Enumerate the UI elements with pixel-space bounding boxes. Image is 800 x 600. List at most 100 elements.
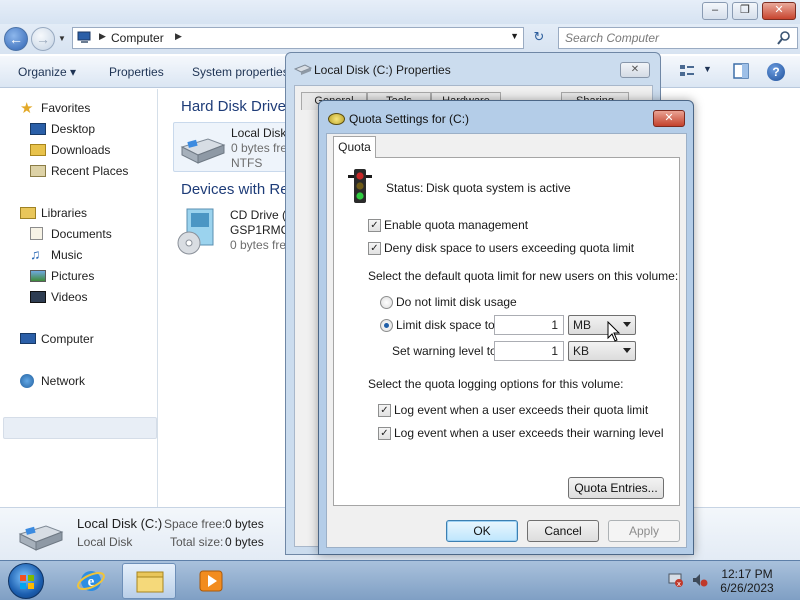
address-dropdown-icon[interactable]: ▼ [510, 31, 519, 41]
tab-quota[interactable]: Quota [333, 136, 376, 158]
details-space-free-value: 0 bytes [225, 517, 264, 531]
pictures-icon [30, 270, 46, 282]
media-player-icon [199, 570, 223, 592]
documents-icon [30, 227, 43, 240]
local-disk-name: Local Disk [231, 126, 287, 140]
log-warning-label[interactable]: Log event when a user exceeds their warn… [394, 426, 664, 440]
enable-quota-label[interactable]: Enable quota management [384, 218, 528, 232]
address-bar[interactable]: ▶ Computer ▶ ▼ [72, 27, 524, 49]
details-total-size-value: 0 bytes [225, 535, 264, 549]
help-button[interactable]: ? [767, 63, 785, 81]
local-disk-tile[interactable]: Local Disk 0 bytes fre NTFS [173, 122, 293, 172]
limit-unit-select[interactable]: MB [568, 315, 636, 335]
group-hard-disk-drives[interactable]: Hard Disk Drive [181, 98, 286, 115]
properties-title: Local Disk (C:) Properties [314, 63, 451, 77]
search-input[interactable]: Search Computer [558, 27, 798, 49]
desktop-icon [30, 123, 46, 135]
start-button[interactable] [8, 563, 44, 599]
back-arrow-icon: ← [9, 31, 23, 47]
details-drive-name: Local Disk (C:) [77, 516, 163, 531]
quota-dialog-title: Quota Settings for (C:) [349, 112, 470, 126]
ok-button[interactable]: OK [446, 520, 518, 542]
computer-icon [77, 31, 91, 43]
checkmark-icon: ✓ [370, 220, 379, 231]
network-icon [20, 374, 34, 388]
view-options-dropdown-icon[interactable]: ▼ [703, 64, 712, 74]
hard-drive-icon [180, 138, 226, 164]
quota-drive-icon [328, 113, 345, 125]
clock-date: 6/26/2023 [720, 581, 774, 595]
volume-muted-icon[interactable] [692, 572, 708, 588]
system-clock[interactable]: 12:17 PM 6/26/2023 [712, 567, 782, 595]
do-not-limit-radio[interactable] [380, 296, 393, 309]
properties-button[interactable]: Properties [109, 65, 164, 79]
deny-space-checkbox[interactable]: ✓ [368, 242, 381, 255]
limit-disk-space-label[interactable]: Limit disk space to [396, 318, 495, 332]
default-limit-heading: Select the default quota limit for new u… [368, 269, 679, 283]
svg-text:x: x [677, 580, 681, 588]
back-button[interactable]: ← [4, 27, 28, 51]
preview-pane-icon[interactable] [732, 62, 750, 80]
quota-tab-panel: Status: Disk quota system is active ✓ En… [333, 157, 680, 506]
internet-explorer-icon: e [77, 571, 105, 591]
log-warning-checkbox[interactable]: ✓ [378, 427, 391, 440]
cd-drive-free: 0 bytes fre [230, 238, 287, 252]
limit-unit-value: MB [573, 318, 591, 332]
deny-space-label[interactable]: Deny disk space to users exceeding quota… [384, 241, 634, 255]
cd-drive-name: CD Drive ( [230, 208, 286, 222]
quota-dialog-body: Quota Status: Disk quota system is activ… [326, 133, 687, 548]
refresh-button[interactable]: ↻ [528, 27, 550, 49]
warning-value-input[interactable]: 1 [494, 341, 564, 361]
do-not-limit-label[interactable]: Do not limit disk usage [396, 295, 517, 309]
warning-unit-select[interactable]: KB [568, 341, 636, 361]
limit-value-input[interactable]: 1 [494, 315, 564, 335]
log-limit-checkbox[interactable]: ✓ [378, 404, 391, 417]
cd-drive-label: GSP1RMC [230, 223, 290, 237]
forward-button[interactable]: → [31, 27, 55, 51]
breadcrumb-arrow-icon[interactable]: ▶ [99, 31, 106, 42]
maximize-button[interactable]: ❐ [732, 2, 758, 20]
navigation-pane: ★ Favorites Desktop Downloads Recent Pla… [0, 89, 158, 507]
action-center-icon[interactable]: x [668, 572, 684, 588]
change-view-icon[interactable] [678, 62, 696, 80]
taskbar-windows-explorer[interactable] [122, 563, 176, 599]
logging-heading: Select the quota logging options for thi… [368, 377, 624, 391]
downloads-folder-icon [30, 144, 46, 156]
breadcrumb-arrow-icon[interactable]: ▶ [175, 31, 182, 42]
drive-icon [294, 64, 312, 75]
taskbar-internet-explorer[interactable]: e [64, 563, 118, 599]
recent-pages-dropdown-icon[interactable]: ▼ [58, 34, 66, 43]
limit-disk-space-radio[interactable] [380, 319, 393, 332]
breadcrumb-computer[interactable]: Computer [111, 31, 164, 45]
dropdown-arrow-icon [623, 322, 631, 327]
apply-button[interactable]: Apply [608, 520, 680, 542]
traffic-light-icon [348, 169, 372, 203]
taskbar-media-player[interactable] [184, 563, 238, 599]
group-removable-devices[interactable]: Devices with Re [181, 181, 289, 198]
forward-arrow-icon: → [36, 31, 50, 47]
mouse-cursor-icon [607, 321, 621, 342]
close-icon: ✕ [664, 112, 674, 124]
cd-drive-tile[interactable]: CD Drive ( GSP1RMC 0 bytes fre [173, 205, 293, 257]
system-properties-button[interactable]: System properties [192, 65, 289, 79]
taskbar: e x 12:17 PM 6/26/2023 [0, 560, 800, 600]
enable-quota-checkbox[interactable]: ✓ [368, 219, 381, 232]
search-placeholder: Search Computer [565, 31, 660, 45]
cancel-button[interactable]: Cancel [527, 520, 599, 542]
hard-drive-icon [18, 525, 64, 551]
close-button[interactable]: ✕ [762, 2, 796, 20]
log-limit-label[interactable]: Log event when a user exceeds their quot… [394, 403, 648, 417]
quota-settings-dialog: Quota Settings for (C:) ✕ Quota Status: … [318, 100, 694, 555]
quota-close-button[interactable]: ✕ [653, 110, 685, 127]
clock-time: 12:17 PM [721, 567, 773, 581]
properties-close-button[interactable]: ✕ [620, 62, 650, 78]
computer-icon [20, 333, 36, 344]
status-value: Disk quota system is active [426, 181, 571, 195]
close-icon: ✕ [630, 64, 640, 75]
organize-button[interactable]: Organize ▾ [18, 65, 76, 79]
windows-logo-icon [20, 575, 34, 589]
music-icon: ♫ [30, 246, 41, 262]
minimize-button[interactable]: – [702, 2, 728, 20]
quota-entries-button[interactable]: Quota Entries... [568, 477, 664, 499]
status-label: Status: [386, 181, 424, 195]
